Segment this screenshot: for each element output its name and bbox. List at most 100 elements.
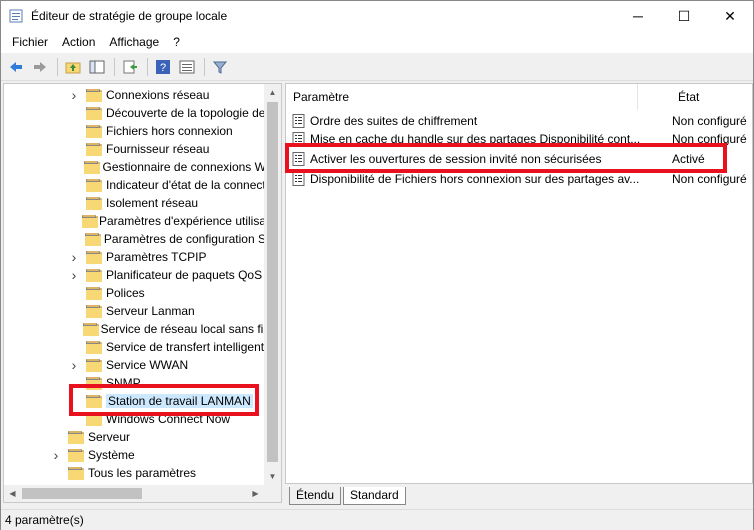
folder-icon xyxy=(84,232,101,246)
tree-item-label: Découverte de la topologie de xyxy=(106,106,266,120)
policy-setting-icon xyxy=(292,114,306,128)
tree-item[interactable]: Indicateur d'état de la connect xyxy=(4,176,266,194)
filter-icon[interactable] xyxy=(209,56,231,78)
toolbar-separator xyxy=(57,57,58,76)
tree-item[interactable]: Paramètres d'expérience utilisa xyxy=(4,212,266,230)
expand-chevron-icon[interactable]: › xyxy=(68,249,80,265)
close-button[interactable]: ✕ xyxy=(707,1,753,31)
tree-item-label: Système xyxy=(88,448,135,462)
status-bar: 4 paramètre(s) xyxy=(1,509,753,530)
maximize-button[interactable]: ☐ xyxy=(661,1,707,31)
folder-icon xyxy=(86,88,102,102)
tree-item[interactable]: Découverte de la topologie de xyxy=(4,104,266,122)
menu-bar: Fichier Action Affichage ? xyxy=(1,31,753,53)
tree-item[interactable]: Serveur xyxy=(4,428,266,446)
tree-item[interactable]: › Connexions réseau xyxy=(4,86,266,104)
title-bar: Éditeur de stratégie de groupe locale ─ … xyxy=(1,1,753,31)
tree-horizontal-scrollbar[interactable]: ◀ ▶ xyxy=(4,485,281,502)
folder-icon xyxy=(68,430,84,444)
folder-icon xyxy=(68,448,84,462)
folder-icon xyxy=(82,214,99,228)
tree-item[interactable]: Fichiers hors connexion xyxy=(4,122,266,140)
scroll-up-icon[interactable]: ▲ xyxy=(264,84,281,101)
expand-chevron-icon[interactable]: › xyxy=(68,357,80,373)
tree-item[interactable]: › Service WWAN xyxy=(4,356,266,374)
list-header: Paramètre État xyxy=(286,84,752,110)
highlight-box-setting xyxy=(285,143,727,173)
tree-item[interactable]: › Système xyxy=(4,446,266,464)
tab-etendu[interactable]: Étendu xyxy=(289,487,342,505)
tree-item[interactable]: Isolement réseau xyxy=(4,194,266,212)
tree-item[interactable]: Service de transfert intelligent xyxy=(4,338,266,356)
setting-name: Ordre des suites de chiffrement xyxy=(310,114,478,128)
setting-row[interactable]: Ordre des suites de chiffrement Non confi… xyxy=(286,112,752,130)
folder-icon xyxy=(86,178,102,192)
menu-fichier[interactable]: Fichier xyxy=(5,31,55,53)
export-list-icon[interactable] xyxy=(119,56,141,78)
tree-item-label: Service de transfert intelligent xyxy=(106,340,265,354)
tree-item[interactable]: › Planificateur de paquets QoS xyxy=(4,266,266,284)
scroll-down-icon[interactable]: ▼ xyxy=(264,468,281,485)
folder-icon xyxy=(83,322,100,336)
svg-text:?: ? xyxy=(160,62,166,74)
tree-item-label: Gestionnaire de connexions W xyxy=(102,160,266,174)
tree-item-label: Planificateur de paquets QoS xyxy=(106,268,263,282)
folder-icon xyxy=(86,268,102,282)
tree-item[interactable]: Paramètres de configuration S xyxy=(4,230,266,248)
tree-panel[interactable]: › Connexions réseau Découverte de la topol… xyxy=(3,83,282,503)
scroll-thumb[interactable] xyxy=(22,488,142,499)
tree-item[interactable]: › Paramètres TCPIP xyxy=(4,248,266,266)
tree-item[interactable]: Service de réseau local sans fil xyxy=(4,320,266,338)
folder-icon xyxy=(68,466,84,480)
toolbar-separator xyxy=(114,57,115,76)
back-arrow-icon[interactable] xyxy=(5,56,27,78)
tree-vertical-scrollbar[interactable]: ▲ ▼ xyxy=(264,84,281,485)
tab-standard[interactable]: Standard xyxy=(343,487,406,505)
expand-chevron-icon[interactable]: › xyxy=(68,87,80,103)
tree-item-label: Paramètres d'expérience utilisa xyxy=(98,214,266,228)
up-folder-icon[interactable] xyxy=(62,56,84,78)
help-icon[interactable]: ? xyxy=(152,56,174,78)
tree-item-label: Tous les paramètres xyxy=(88,466,197,480)
tree-item[interactable]: Gestionnaire de connexions W xyxy=(4,158,266,176)
folder-icon xyxy=(84,160,101,174)
expand-chevron-icon[interactable]: › xyxy=(68,267,80,283)
tree-item[interactable]: Serveur Lanman xyxy=(4,302,266,320)
forward-arrow-icon[interactable] xyxy=(29,56,51,78)
tree-item[interactable]: Polices xyxy=(4,284,266,302)
policy-setting-icon xyxy=(292,172,306,186)
folder-icon xyxy=(86,304,102,318)
tree-item[interactable]: Fournisseur réseau xyxy=(4,140,266,158)
expand-chevron-icon[interactable]: › xyxy=(50,447,62,463)
menu-action[interactable]: Action xyxy=(55,31,102,53)
window-title: Éditeur de stratégie de groupe locale xyxy=(31,9,228,23)
tree-item[interactable]: Tous les paramètres xyxy=(4,464,266,482)
column-header-parametre[interactable]: Paramètre xyxy=(286,84,638,110)
folder-icon xyxy=(86,124,102,138)
tree-item-label: Serveur xyxy=(88,430,131,444)
tree-item-label: Service WWAN xyxy=(106,358,189,372)
setting-name: Disponibilité de Fichiers hors connexion… xyxy=(310,172,640,186)
column-header-etat[interactable]: État xyxy=(638,84,752,110)
tree-item-label: Connexions réseau xyxy=(106,88,210,102)
menu-affichage[interactable]: Affichage xyxy=(102,31,166,53)
menu-help[interactable]: ? xyxy=(166,31,187,53)
tree-item-label: Polices xyxy=(106,286,145,300)
minimize-button[interactable]: ─ xyxy=(615,1,661,31)
scroll-thumb[interactable] xyxy=(267,102,278,462)
setting-state: Non configuré xyxy=(672,172,747,186)
scroll-right-icon[interactable]: ▶ xyxy=(247,485,264,502)
scroll-left-icon[interactable]: ◀ xyxy=(4,485,21,502)
properties-icon[interactable] xyxy=(176,56,198,78)
show-tree-icon[interactable] xyxy=(86,56,108,78)
tree-item-label: Fichiers hors connexion xyxy=(106,124,233,138)
setting-state: Non configuré xyxy=(672,114,747,128)
